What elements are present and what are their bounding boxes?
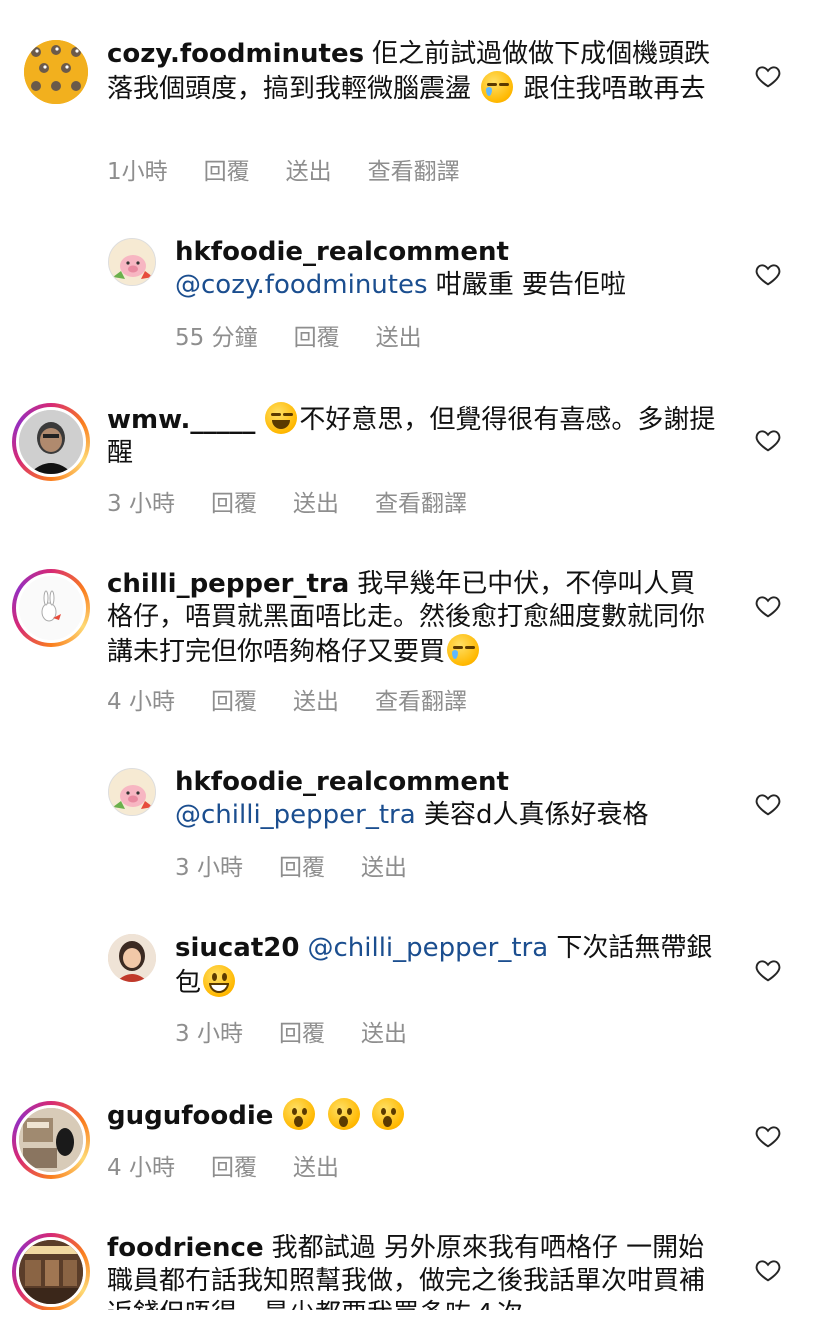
comment-text: foodrience 我都試過 另外原來我有哂格仔 一開始職員都冇話我知照幫我做，… (107, 1232, 717, 1310)
comment-item: foodrience 我都試過 另外原來我有哂格仔 一開始職員都冇話我知照幫我做，… (0, 0, 828, 1310)
avatar[interactable] (12, 1233, 90, 1310)
heart-outline-icon[interactable] (755, 1258, 781, 1282)
comment-username[interactable]: foodrience (107, 1233, 264, 1263)
restaurant-avatar-icon (19, 1240, 83, 1304)
